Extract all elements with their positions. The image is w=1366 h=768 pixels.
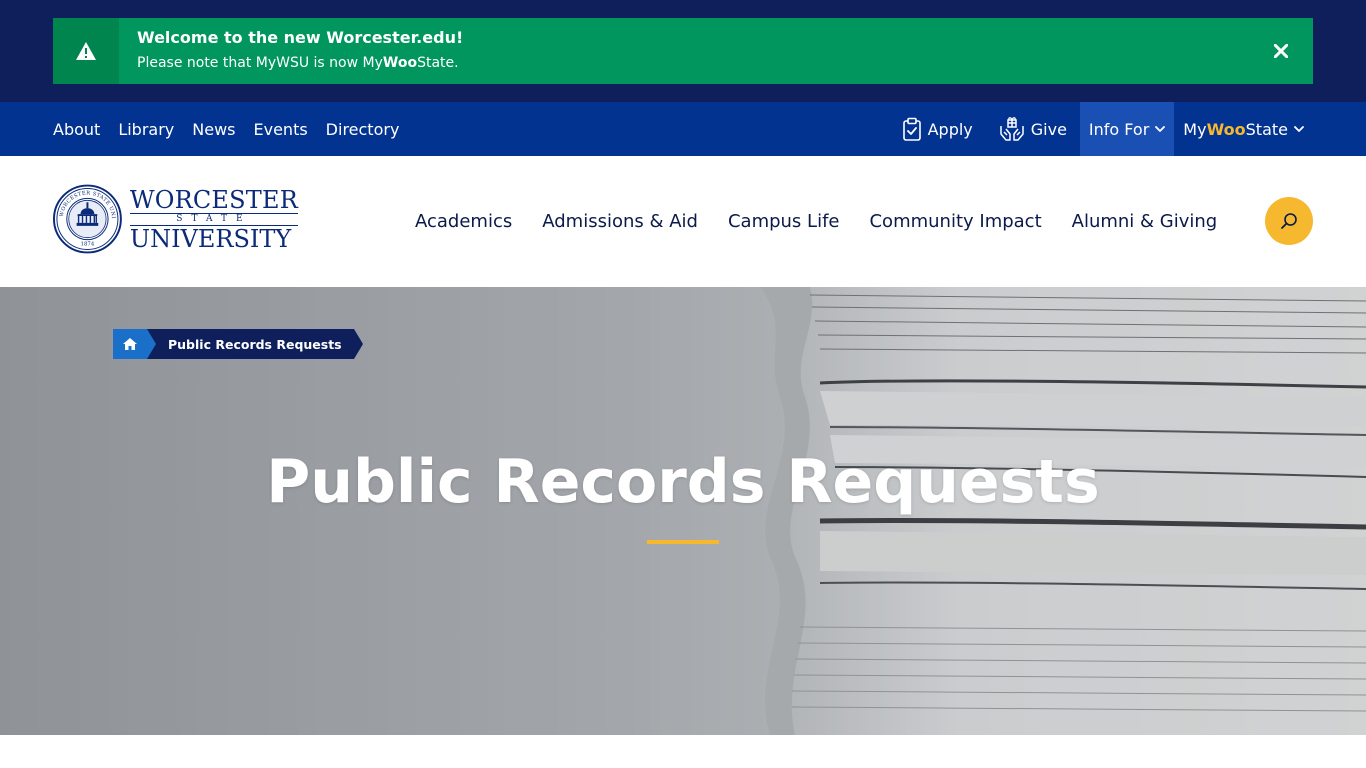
mywoostate-bold: Woo <box>1206 119 1246 139</box>
hero-banner: Public Records Requests Public Records R… <box>0 287 1366 735</box>
utility-nav: About Library News Events Directory Appl… <box>0 102 1366 156</box>
alert-title: Welcome to the new Worcester.edu! <box>137 28 464 47</box>
main-header: WORCESTER STATE UNIVERSITY 1874 WORCESTE… <box>0 156 1366 287</box>
mywoostate-suffix: State <box>1245 119 1288 139</box>
nav-campus-life[interactable]: Campus Life <box>728 211 840 232</box>
breadcrumb-separator <box>147 329 156 359</box>
give-link[interactable]: Give <box>990 102 1076 156</box>
chevron-down-icon <box>1294 125 1304 132</box>
breadcrumb-current: Public Records Requests <box>156 329 363 359</box>
logo-line-state: STATE <box>129 212 298 226</box>
alert-banner: Welcome to the new Worcester.edu! Please… <box>53 18 1313 84</box>
alert-icon-cell <box>53 18 119 84</box>
apply-label: Apply <box>927 119 973 139</box>
nav-community-impact[interactable]: Community Impact <box>869 211 1041 232</box>
logo-line-worcester: WORCESTER <box>129 185 298 214</box>
alert-close-button[interactable] <box>1269 39 1293 63</box>
utility-link-directory[interactable]: Directory <box>326 120 400 139</box>
nav-academics[interactable]: Academics <box>415 211 512 232</box>
mywoostate-dropdown[interactable]: My Woo State <box>1174 102 1313 156</box>
alert-band: Welcome to the new Worcester.edu! Please… <box>0 0 1366 102</box>
alert-message-bold: Woo <box>382 55 418 71</box>
clipboard-check-icon <box>902 117 921 141</box>
utility-links: About Library News Events Directory <box>53 102 417 156</box>
utility-link-news[interactable]: News <box>192 120 235 139</box>
breadcrumb: Public Records Requests <box>113 329 363 359</box>
university-logo[interactable]: WORCESTER STATE UNIVERSITY 1874 WORCESTE… <box>53 184 298 254</box>
alert-message-suffix: State. <box>417 55 459 71</box>
apply-link[interactable]: Apply <box>893 102 982 156</box>
search-button[interactable] <box>1265 197 1313 245</box>
info-for-dropdown[interactable]: Info For <box>1079 102 1175 156</box>
chevron-down-icon <box>1155 125 1166 132</box>
alert-message: Please note that MyWSU is now MyWooState… <box>137 55 459 71</box>
home-icon <box>123 338 137 350</box>
utility-link-events[interactable]: Events <box>254 120 308 139</box>
utility-link-about[interactable]: About <box>53 120 100 139</box>
title-underline <box>647 540 719 544</box>
breadcrumb-home[interactable] <box>113 329 147 359</box>
giving-hands-icon <box>1000 117 1024 141</box>
nav-admissions-aid[interactable]: Admissions & Aid <box>542 211 698 232</box>
page-title: Public Records Requests <box>266 447 1100 517</box>
logo-wordmark: WORCESTER STATE UNIVERSITY <box>129 185 298 253</box>
main-nav: Academics Admissions & Aid Campus Life C… <box>415 156 1247 287</box>
nav-alumni-giving[interactable]: Alumni & Giving <box>1072 211 1218 232</box>
logo-line-university: UNIVERSITY <box>129 224 292 253</box>
utility-link-library[interactable]: Library <box>118 120 174 139</box>
seal-year: 1874 <box>81 242 95 248</box>
alert-message-prefix: Please note that MyWSU is now My <box>137 55 383 71</box>
search-icon <box>1281 213 1297 229</box>
university-seal-icon: WORCESTER STATE UNIVERSITY 1874 <box>53 184 122 254</box>
info-for-label: Info For <box>1088 119 1150 139</box>
close-icon <box>1274 44 1288 58</box>
warning-icon <box>76 42 96 60</box>
utility-actions: Apply Give Info For My Woo State <box>893 102 1313 156</box>
give-label: Give <box>1030 119 1067 139</box>
mywoostate-prefix: My <box>1183 119 1207 139</box>
